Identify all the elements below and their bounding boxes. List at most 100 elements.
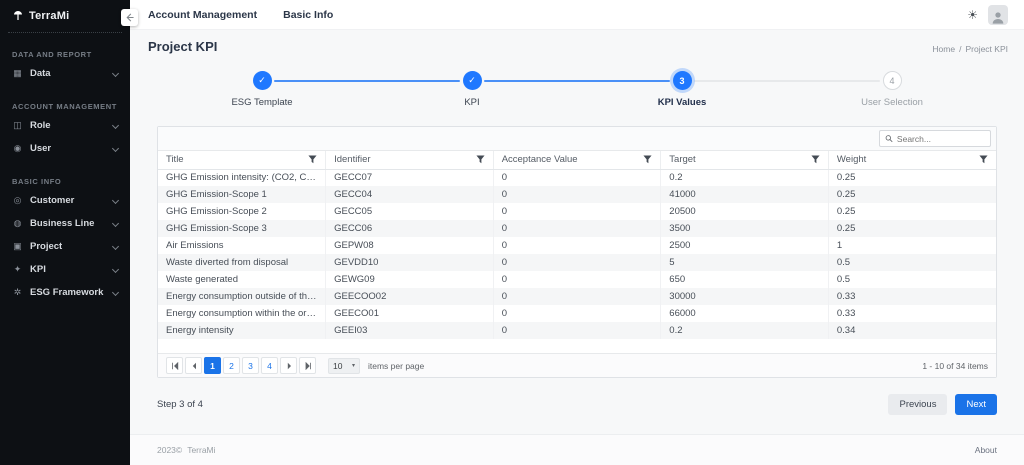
step-4-circle[interactable]: 4 xyxy=(883,71,902,90)
user-icon: ◉ xyxy=(12,144,23,153)
breadcrumb-separator: / xyxy=(959,44,961,54)
copyright-brand: TerraMi xyxy=(187,445,215,455)
step-kpi: ✓ KPI xyxy=(412,68,532,108)
sidebar-item-customer[interactable]: ◎ Customer xyxy=(0,189,130,212)
grid-toolbar xyxy=(158,127,996,151)
sidebar-item-kpi[interactable]: ✦ KPI xyxy=(0,258,130,281)
pager-next-button[interactable] xyxy=(280,357,297,374)
app-logo[interactable]: TerraMi xyxy=(0,0,130,30)
search-box[interactable] xyxy=(879,130,991,147)
table-cell: 1 xyxy=(828,237,996,254)
table-cell: 3500 xyxy=(661,220,829,237)
step-label: ESG Template xyxy=(202,97,322,108)
sidebar-item-role[interactable]: ◫ Role xyxy=(0,114,130,137)
step-2-check-icon[interactable]: ✓ xyxy=(463,71,482,90)
column-header-identifier[interactable]: Identifier xyxy=(326,151,494,169)
column-header-target[interactable]: Target xyxy=(661,151,829,169)
esg-framework-icon: ✲ xyxy=(12,288,23,297)
kpi-values-grid: Title Identifier Acceptance Value T xyxy=(157,126,997,378)
pager-prev-button[interactable] xyxy=(185,357,202,374)
pager-page-1[interactable]: 1 xyxy=(204,357,221,374)
page-size-dropdown[interactable]: 10 ▾ xyxy=(328,358,360,374)
table-cell: 41000 xyxy=(661,186,829,203)
breadcrumb-home[interactable]: Home xyxy=(932,44,955,54)
previous-button[interactable]: Previous xyxy=(888,394,947,415)
pager-page-3[interactable]: 3 xyxy=(242,357,259,374)
filter-icon[interactable] xyxy=(811,155,820,164)
user-avatar[interactable] xyxy=(988,5,1008,25)
sidebar-item-business-line[interactable]: ◍ Business Line xyxy=(0,212,130,235)
search-input[interactable] xyxy=(897,134,985,144)
pager-last-button[interactable] xyxy=(299,357,316,374)
chevron-down-icon xyxy=(112,122,119,129)
table-row[interactable]: Waste diverted from disposalGEVDD10050.5 xyxy=(158,254,996,271)
sidebar-item-esg-framework[interactable]: ✲ ESG Framework xyxy=(0,281,130,304)
sidebar-item-project[interactable]: ▣ Project xyxy=(0,235,130,258)
nav-basic-info[interactable]: Basic Info xyxy=(283,9,333,21)
table-row[interactable]: GHG Emission-Scope 3GECC06035000.25 xyxy=(158,220,996,237)
step-3-circle[interactable]: 3 xyxy=(673,71,692,90)
sidebar-item-user[interactable]: ◉ User xyxy=(0,137,130,160)
pager-first-button[interactable] xyxy=(166,357,183,374)
sidebar-item-label: Customer xyxy=(30,195,74,206)
table-row[interactable]: Waste generatedGEWG0906500.5 xyxy=(158,271,996,288)
table-cell: Energy intensity xyxy=(158,322,326,339)
sidebar-section-data-and-report: DATA AND REPORT xyxy=(12,50,118,59)
filter-icon[interactable] xyxy=(476,155,485,164)
sidebar-collapse-button[interactable] xyxy=(121,9,138,26)
table-cell: GEWG09 xyxy=(326,271,494,288)
filter-icon[interactable] xyxy=(308,155,317,164)
chevron-down-icon xyxy=(112,220,119,227)
table-row[interactable]: GHG Emission-Scope 1GECC040410000.25 xyxy=(158,186,996,203)
pager-page-4[interactable]: 4 xyxy=(261,357,278,374)
step-1-check-icon[interactable]: ✓ xyxy=(253,71,272,90)
customer-icon: ◎ xyxy=(12,196,23,205)
table-cell: GECC05 xyxy=(326,203,494,220)
table-cell: 0.25 xyxy=(828,220,996,237)
table-row[interactable]: Energy consumption within the organizati… xyxy=(158,305,996,322)
pager-page-2[interactable]: 2 xyxy=(223,357,240,374)
items-per-page-label: items per page xyxy=(368,361,424,371)
chevron-down-icon xyxy=(112,70,119,77)
roles-icon: ◫ xyxy=(12,121,23,130)
sidebar-item-label: Data xyxy=(30,68,51,79)
table-row[interactable]: GHG Emission intensity: (CO2, CH4)GECC07… xyxy=(158,169,996,186)
table-cell: GEPW08 xyxy=(326,237,494,254)
column-header-weight[interactable]: Weight xyxy=(828,151,996,169)
table-row[interactable]: GHG Emission-Scope 2GECC050205000.25 xyxy=(158,203,996,220)
table-cell: GEECOO02 xyxy=(326,288,494,305)
filter-icon[interactable] xyxy=(979,155,988,164)
theme-toggle-sun-icon[interactable]: ☀ xyxy=(967,9,978,21)
breadcrumb-current: Project KPI xyxy=(965,44,1008,54)
logo-tree-icon xyxy=(12,10,24,22)
kpi-icon: ✦ xyxy=(12,265,23,274)
page-size-value: 10 xyxy=(333,361,342,371)
column-header-acceptance-value[interactable]: Acceptance Value xyxy=(493,151,661,169)
first-page-icon xyxy=(171,362,179,370)
logo-text: TerraMi xyxy=(29,10,69,22)
sidebar-section-account-management: ACCOUNT MANAGEMENT xyxy=(12,102,118,111)
column-label: Acceptance Value xyxy=(502,154,578,165)
column-label: Weight xyxy=(837,154,866,165)
sidebar-item-label: Role xyxy=(30,120,51,131)
nav-account-management[interactable]: Account Management xyxy=(148,9,257,21)
sidebar-item-data[interactable]: ▦ Data xyxy=(0,62,130,85)
table-cell: 5 xyxy=(661,254,829,271)
table-cell: GEECO01 xyxy=(326,305,494,322)
filter-icon[interactable] xyxy=(643,155,652,164)
step-label: KPI xyxy=(412,97,532,108)
sidebar-item-label: KPI xyxy=(30,264,46,275)
table-cell: 0 xyxy=(493,288,661,305)
table-row[interactable]: Energy intensityGEEI0300.20.34 xyxy=(158,322,996,339)
table-row[interactable]: Air EmissionsGEPW08025001 xyxy=(158,237,996,254)
table-cell: 0.5 xyxy=(828,254,996,271)
table-cell: GHG Emission-Scope 1 xyxy=(158,186,326,203)
column-header-title[interactable]: Title xyxy=(158,151,326,169)
step-esg-template: ✓ ESG Template xyxy=(202,68,322,108)
about-link[interactable]: About xyxy=(975,445,997,455)
app-window: TerraMi DATA AND REPORT ▦ Data ACCOUNT M… xyxy=(0,0,1024,465)
next-button[interactable]: Next xyxy=(955,394,997,415)
table-cell: 0 xyxy=(493,203,661,220)
table-cell: 2500 xyxy=(661,237,829,254)
table-row[interactable]: Energy consumption outside of the organi… xyxy=(158,288,996,305)
